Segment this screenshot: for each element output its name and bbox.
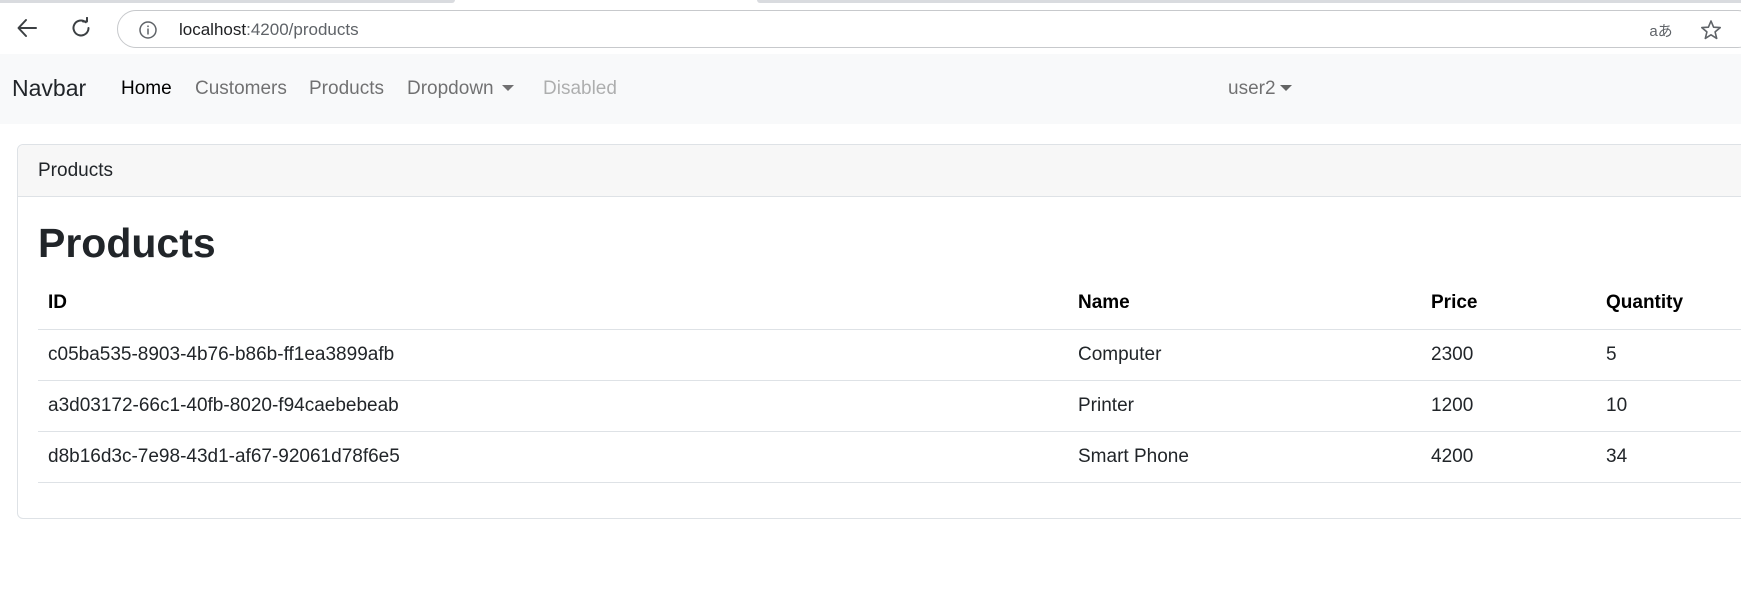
arrow-left-icon (17, 19, 37, 37)
cell-id: a3d03172-66c1-40fb-8020-f94caebebeab (38, 380, 1068, 432)
cell-quantity: 10 (1596, 380, 1741, 432)
column-header-name: Name (1068, 278, 1421, 330)
url-host: localhost (179, 20, 247, 39)
tab-edge-left (0, 0, 455, 3)
page-title: Products (38, 220, 216, 266)
navbar: Navbar Home Customers Products Dropdown … (0, 54, 1741, 124)
nav-link-customers[interactable]: Customers (195, 78, 287, 100)
back-button[interactable] (9, 10, 45, 46)
star-icon[interactable] (1699, 18, 1723, 42)
nav-link-disabled: Disabled (543, 78, 617, 99)
caret-down-icon (1279, 85, 1292, 91)
address-bar[interactable]: localhost:4200/products aあ (117, 10, 1741, 48)
nav-dropdown-label: Dropdown (407, 78, 494, 99)
column-header-id: ID (38, 278, 1068, 330)
url-path: :4200/products (246, 20, 359, 39)
table-header-row: ID Name Price Quantity (38, 278, 1741, 330)
caret-down-icon (501, 85, 514, 91)
reload-button[interactable] (63, 10, 99, 46)
nav-link-products[interactable]: Products (309, 78, 384, 100)
cell-price: 4200 (1421, 431, 1596, 483)
nav-link-home[interactable]: Home (121, 78, 172, 100)
url-text[interactable]: localhost:4200/products (179, 20, 359, 40)
products-card: Products Products ID Name Price Quantity… (17, 144, 1741, 519)
card-header: Products (18, 145, 1741, 197)
tab-edge-right (757, 0, 1741, 3)
cell-name: Printer (1068, 380, 1421, 432)
info-icon[interactable] (138, 20, 158, 40)
cell-id: c05ba535-8903-4b76-b86b-ff1ea3899afb (38, 329, 1068, 381)
column-header-quantity: Quantity (1596, 278, 1741, 330)
table-row: c05ba535-8903-4b76-b86b-ff1ea3899afb Com… (38, 329, 1741, 381)
navbar-brand[interactable]: Navbar (12, 74, 86, 102)
user-name: user2 (1228, 78, 1276, 99)
cell-price: 2300 (1421, 329, 1596, 381)
column-header-price: Price (1421, 278, 1596, 330)
cell-id: d8b16d3c-7e98-43d1-af67-92061d78f6e5 (38, 431, 1068, 483)
cell-quantity: 34 (1596, 431, 1741, 483)
products-table: ID Name Price Quantity c05ba535-8903-4b7… (38, 278, 1741, 483)
cell-name: Computer (1068, 329, 1421, 381)
browser-toolbar: localhost:4200/products aあ (0, 4, 1741, 52)
reload-icon (72, 17, 90, 37)
cell-price: 1200 (1421, 380, 1596, 432)
cell-quantity: 5 (1596, 329, 1741, 381)
table-row: a3d03172-66c1-40fb-8020-f94caebebeab Pri… (38, 380, 1741, 432)
user-menu-toggle[interactable]: user2 (1228, 78, 1292, 100)
nav-dropdown-toggle[interactable]: Dropdown (407, 78, 514, 100)
cell-name: Smart Phone (1068, 431, 1421, 483)
translate-icon[interactable]: aあ (1649, 19, 1673, 41)
table-row: d8b16d3c-7e98-43d1-af67-92061d78f6e5 Sma… (38, 431, 1741, 483)
